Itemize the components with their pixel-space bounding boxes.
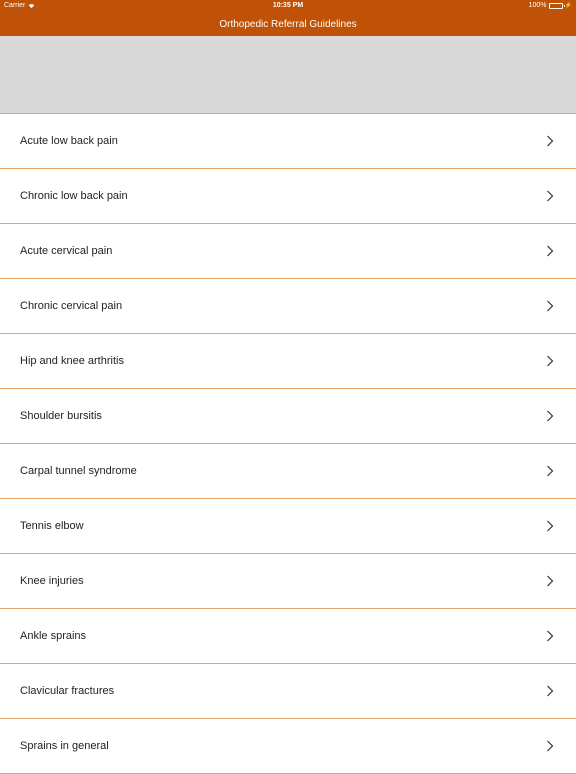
list-item[interactable]: Acute cervical pain — [0, 224, 576, 279]
list-item[interactable]: Carpal tunnel syndrome — [0, 444, 576, 499]
list-item[interactable]: Chronic cervical pain — [0, 279, 576, 334]
list-item-label: Sprains in general — [20, 740, 109, 752]
list-item[interactable]: Sprains in general — [0, 719, 576, 774]
page-title: Orthopedic Referral Guidelines — [219, 18, 357, 30]
chevron-right-icon — [547, 465, 554, 477]
list-item[interactable]: Shoulder bursitis — [0, 389, 576, 444]
status-time: 10:35 PM — [272, 2, 304, 9]
list-item[interactable]: Acute low back pain — [0, 114, 576, 169]
battery-indicator: 100% ⚡ — [529, 2, 572, 9]
list-item-label: Ankle sprains — [20, 630, 87, 642]
list-item-label: Acute cervical pain — [20, 245, 113, 257]
chevron-right-icon — [547, 575, 554, 587]
list-item[interactable]: Knee injuries — [0, 554, 576, 609]
chevron-right-icon — [547, 300, 554, 312]
list-item-label: Carpal tunnel syndrome — [20, 465, 137, 477]
list-item[interactable]: Ankle sprains — [0, 609, 576, 664]
list-item-label: Knee injuries — [20, 575, 84, 587]
chevron-right-icon — [547, 190, 554, 202]
list-item-label: Shoulder bursitis — [20, 410, 102, 422]
list-item[interactable]: Tennis elbow — [0, 499, 576, 554]
banner-area — [0, 36, 576, 113]
list-item[interactable]: Chronic low back pain — [0, 169, 576, 224]
list-item-label: Acute low back pain — [20, 135, 118, 147]
status-bar: Carrier 10:35 PM 100% ⚡ — [0, 0, 576, 12]
chevron-right-icon — [547, 245, 554, 257]
list-item-label: Chronic low back pain — [20, 190, 128, 202]
list-item-label: Chronic cervical pain — [20, 300, 123, 312]
chevron-right-icon — [547, 630, 554, 642]
battery-percent: 100% — [528, 2, 547, 9]
battery-icon — [548, 2, 565, 9]
list-item-label: Tennis elbow — [20, 520, 84, 532]
chevron-right-icon — [547, 520, 554, 532]
chevron-right-icon — [547, 410, 554, 422]
chevron-right-icon — [547, 740, 554, 752]
chevron-right-icon — [547, 135, 554, 147]
list-item[interactable]: Hip and knee arthritis — [0, 334, 576, 389]
navigation-bar: Orthopedic Referral Guidelines — [0, 12, 576, 36]
charging-icon: ⚡ — [564, 2, 572, 9]
list-item[interactable]: Clavicular fractures — [0, 664, 576, 719]
list-item-label: Clavicular fractures — [20, 685, 115, 697]
guideline-list: Acute low back pain Chronic low back pain… — [0, 113, 576, 774]
chevron-right-icon — [547, 685, 554, 697]
list-item-label: Hip and knee arthritis — [20, 355, 124, 367]
chevron-right-icon — [547, 355, 554, 367]
